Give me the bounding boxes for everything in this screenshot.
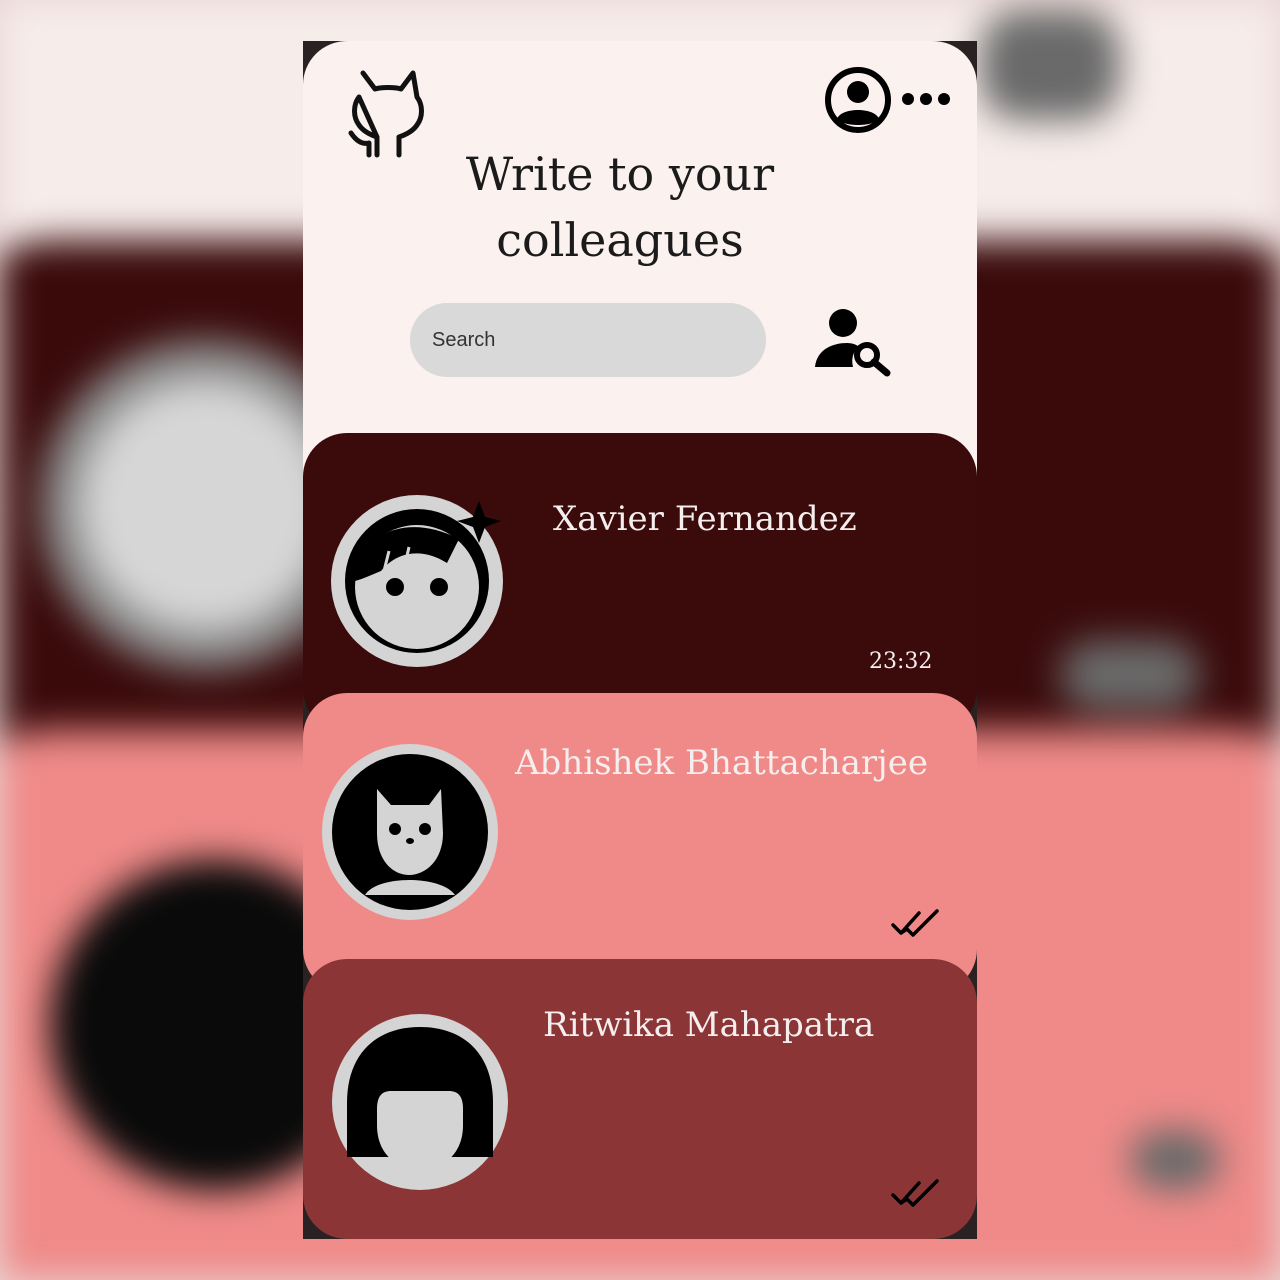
read-double-check-icon — [891, 1179, 939, 1207]
chat-list-item[interactable]: Ritwika Mahapatra — [303, 959, 977, 1239]
title-line-1: Write to your — [465, 147, 775, 201]
user-search-icon[interactable] — [813, 305, 893, 377]
contact-name: Xavier Fernandez — [553, 499, 857, 539]
contact-name: Abhishek Bhattacharjee — [515, 743, 928, 783]
message-time: 23:32 — [869, 649, 933, 674]
read-double-check-icon — [891, 909, 939, 937]
header-area: Write to your colleagues — [303, 41, 977, 481]
phone-screen: Write to your colleagues Xavier Fernande… — [303, 41, 977, 1239]
cat-avatar-icon — [322, 744, 498, 920]
user-circle-icon[interactable] — [825, 67, 891, 133]
boy-face-avatar-icon — [331, 495, 503, 667]
chat-list-item[interactable]: Abhishek Bhattacharjee — [303, 693, 977, 993]
girl-avatar-icon — [332, 1014, 508, 1190]
title-line-2: colleagues — [496, 213, 744, 267]
page-title: Write to your colleagues — [303, 141, 937, 273]
contact-name: Ritwika Mahapatra — [543, 1005, 875, 1045]
chat-list-item[interactable]: Xavier Fernandez 23:32 — [303, 433, 977, 733]
more-horizontal-icon[interactable] — [901, 91, 951, 107]
search-input[interactable] — [410, 303, 766, 377]
